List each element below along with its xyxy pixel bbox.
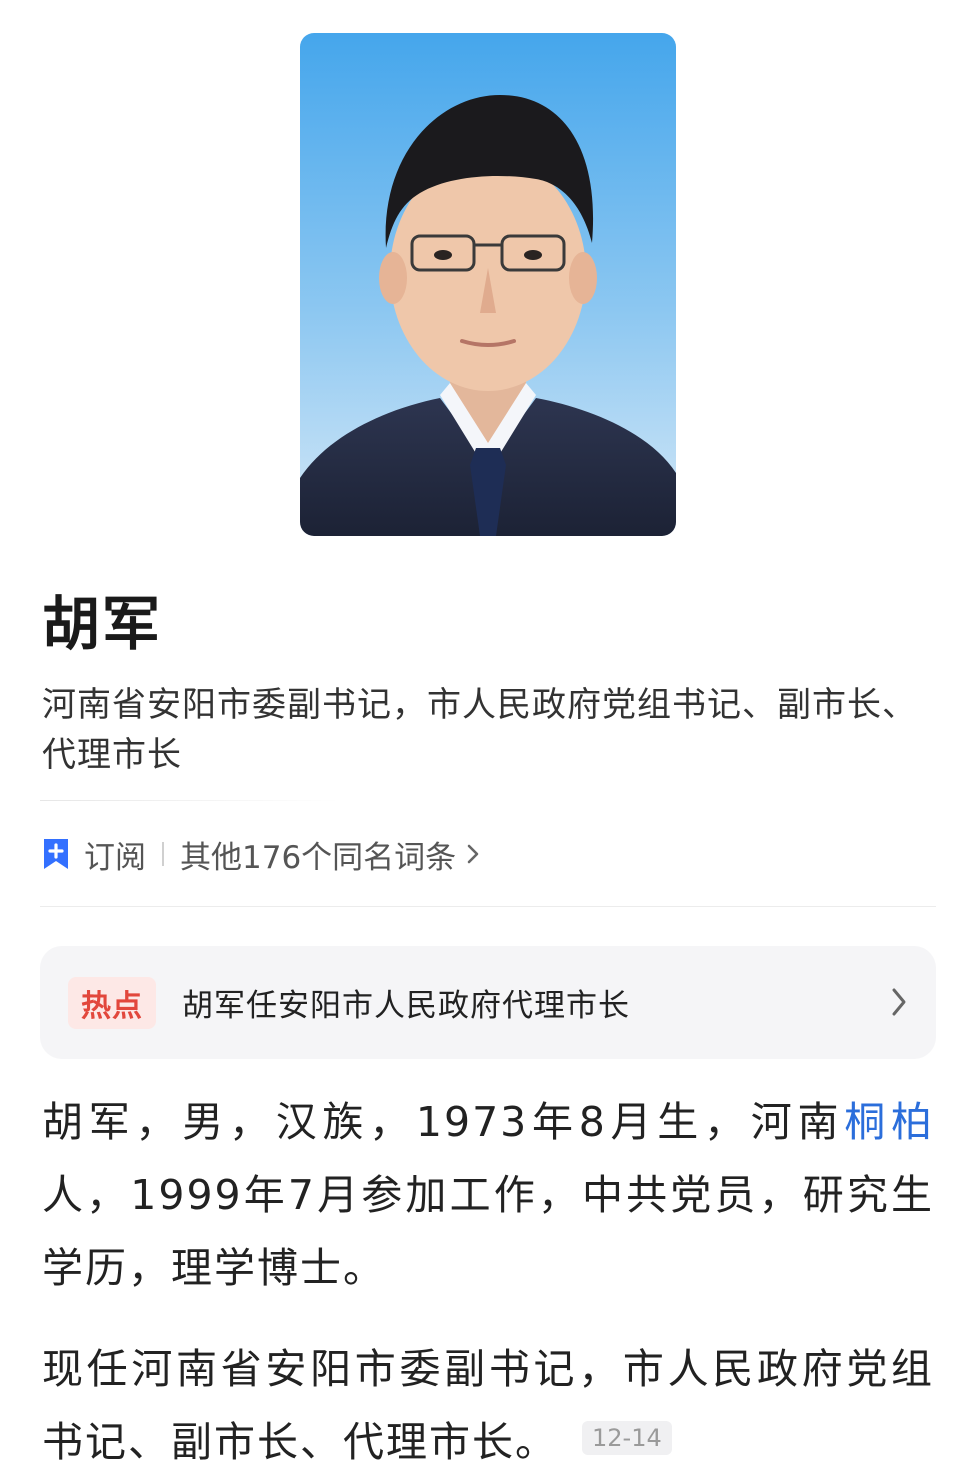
meta-row: 订阅 其他176个同名词条	[42, 832, 480, 876]
same-name-entries-link[interactable]: 其他176个同名词条	[180, 832, 480, 877]
subscribe-button[interactable]: 订阅	[84, 832, 146, 877]
bio-text: 人，1999年7月参加工作，中共党员，研究生学历，理学博士。	[42, 1171, 934, 1292]
position-text: 现任河南省安阳市委副书记，市人民政府党组书记、副市长、代理市长。	[42, 1345, 934, 1466]
chevron-right-icon	[892, 988, 906, 1016]
profile-subtitle: 河南省安阳市委副书记，市人民政府党组书记、副市长、代理市长	[42, 685, 917, 775]
update-date-badge: 12-14	[582, 1421, 672, 1455]
bookmark-plus-icon[interactable]	[42, 837, 70, 871]
page-title: 胡军	[42, 590, 163, 658]
hot-headline: 胡军任安阳市人民政府代理市长	[182, 988, 630, 1024]
chevron-right-icon	[467, 844, 479, 864]
profile-portrait[interactable]	[300, 33, 676, 536]
position-paragraph: 现任河南省安阳市委副书记，市人民政府党组书记、副市长、代理市长。 12-14	[42, 1333, 934, 1479]
same-name-entries-label: 其他176个同名词条	[180, 839, 457, 876]
hometown-link[interactable]: 桐柏	[844, 1098, 934, 1146]
hot-news-card[interactable]: 热点 胡军任安阳市人民政府代理市长	[40, 946, 936, 1059]
bio-text: 胡军，男，汉族，1973年8月生，河南	[42, 1098, 845, 1146]
bio-paragraph: 胡军，男，汉族，1973年8月生，河南桐柏人，1999年7月参加工作，中共党员，…	[42, 1086, 934, 1305]
section-divider	[40, 906, 936, 907]
divider	[40, 800, 340, 801]
portrait-image	[300, 33, 676, 536]
meta-separator	[162, 842, 164, 866]
hot-badge: 热点	[68, 976, 156, 1029]
